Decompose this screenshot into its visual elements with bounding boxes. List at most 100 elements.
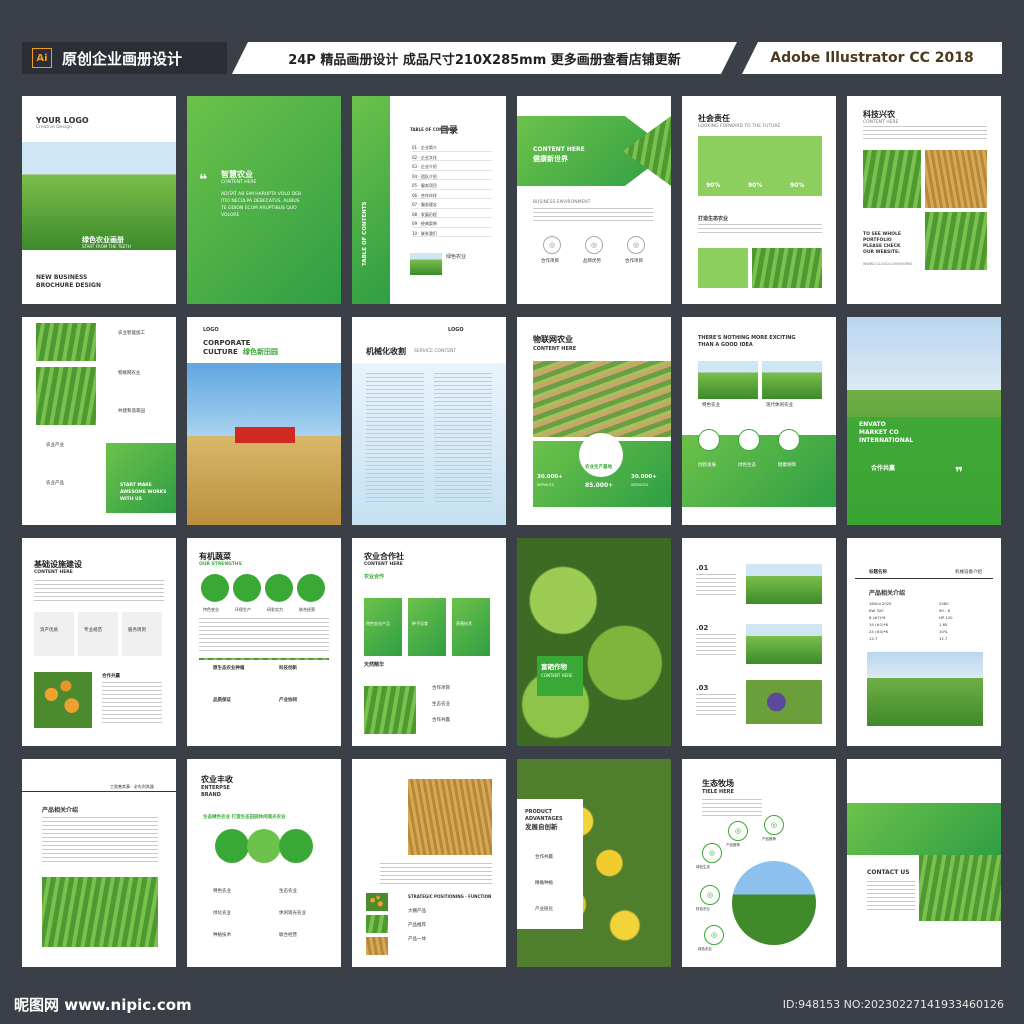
p6-cta-1: TO SEE WHOLE (863, 232, 901, 237)
toc-item[interactable]: 07 · 服务理念 (412, 202, 492, 209)
p15-list-2: 生态农业 (432, 702, 450, 707)
cover-tag: START FROM THE TEETH (82, 244, 131, 249)
p5-section: 打造生态农业 (698, 216, 729, 222)
page-contact[interactable]: CONTACT US (847, 759, 1001, 967)
p9-logo: LOGO (448, 327, 464, 333)
p20-item: 联合经营 (279, 933, 297, 938)
p4-icon-1: ◎ (543, 236, 561, 254)
p14-item-1: 原生态农业种植 (213, 666, 245, 671)
p14-item-3: 品质保证 (213, 698, 231, 703)
p15-card-1 (364, 598, 402, 656)
toc-item[interactable]: 04 · 团队介绍 (412, 174, 492, 181)
p18-title: 产品相关介绍 (869, 590, 906, 597)
page-numbered[interactable]: .01 .02 .03 (682, 538, 836, 746)
page-toc[interactable]: TABLE OF CONTENTS TABLE OF CONTENTS 目录 绿… (352, 96, 506, 304)
p21-list-3: 产品一体 (408, 937, 426, 942)
p6-photo-1 (863, 150, 921, 208)
p10-center-label: 农业生产基地 (585, 465, 612, 470)
toc-item[interactable]: 09 · 经典案例 (412, 221, 492, 228)
p19-header: 工欲善其事 · 必先利其器 (110, 784, 154, 789)
page-tech-agri[interactable]: 科技兴农 CONTENT HERE TO SEE WHOLE PORTFOLIO… (847, 96, 1001, 304)
page-cover[interactable]: YOUR LOGO Creative Design 绿色农业画册 START F… (22, 96, 176, 304)
p17-paragraph-2 (696, 634, 736, 658)
farmer-photo (22, 142, 176, 250)
page-machine-intro[interactable]: 机械设备介绍 标题名称 产品相关介绍 1600×2025 2580 KW 320 90… (847, 538, 1001, 746)
spec-value: 12.7 (869, 636, 878, 641)
p11-icon-label-1: 创新发展 (698, 463, 716, 468)
page-strategy[interactable]: STRATEGIC POSITIONING · FUNCTION 大棚产品 产品… (352, 759, 506, 967)
toc-item[interactable]: 03 · 企业介绍 (412, 164, 492, 171)
p5-stat-3: 90% (790, 182, 805, 189)
p15-section: 农业合作 (364, 574, 385, 580)
page-infrastructure[interactable]: 基础设施建设 CONTENT HERE 资产优质 专业规范 服务周到 合作共赢 (22, 538, 176, 746)
p14-icon-3 (265, 574, 293, 602)
site-watermark[interactable]: 昵图网 www.nipic.com (14, 994, 192, 1015)
p20-sub-2: BRAND (201, 792, 221, 798)
page-selenium-crops[interactable]: 富硒作物 CONTENT HERE (517, 538, 671, 746)
page-agri-services[interactable]: 农业智能加工 物联网农业 共建和谐家园 农业产业 农业产品 START MAKE… (22, 317, 176, 525)
p13-orange-photo (34, 672, 92, 728)
p5-title: 社会责任 (698, 114, 730, 123)
spec-value-secondary: 90 - 6 (939, 608, 951, 613)
p20-item: 绿化农业 (213, 911, 231, 916)
p14-title: 有机蔬菜 (199, 552, 231, 561)
p21-list-1: 大棚产品 (408, 909, 426, 914)
p20-tagline: 生态绿色农业 打造生态田园休闲观光农业 (203, 815, 286, 820)
p15-sub: CONTENT HERE (364, 562, 403, 567)
p7-photo-1 (36, 323, 96, 361)
p8-logo: LOGO (203, 327, 219, 333)
p15-card-label-3: 养殖技术 (456, 621, 472, 626)
p11-photo-2 (762, 361, 822, 399)
p7-cta-1: START MAKE (120, 483, 152, 488)
p4-icon-2: ◎ (585, 236, 603, 254)
page-mechanized[interactable]: LOGO 机械化收割 SERVICE CONTENT (352, 317, 506, 525)
p19-field-photo (42, 877, 158, 947)
p17-photo-2 (746, 624, 822, 664)
p6-url[interactable]: WWW.CCLOUD.COM/WORKS (863, 262, 913, 266)
page-good-idea[interactable]: THERE'S NOTHING MORE EXCITING THAN A GOO… (682, 317, 836, 525)
page-product-intro[interactable]: 工欲善其事 · 必先利其器 产品相关介绍 (22, 759, 176, 967)
p7-cta-2: AWESOME WORKS (120, 490, 167, 495)
p6-photo-3 (925, 212, 987, 270)
toc-item[interactable]: 10 · 联系我们 (412, 231, 492, 238)
p13-side-paragraph (102, 682, 162, 726)
p23-globe-photo (732, 861, 816, 945)
p7-item-4: 农业产业 (46, 443, 64, 448)
page-envato[interactable]: ENVATO MARKET CO INTERNATIONAL 合作共赢 ❞ (847, 317, 1001, 525)
p17-paragraph-1 (696, 574, 736, 598)
toc-item[interactable]: 06 · 合作伙伴 (412, 193, 492, 200)
p18-hill-photo (867, 652, 983, 726)
page-iot-agri[interactable]: 物联网农业 CONTENT HERE 30.000+ 85.000+ 30.00… (517, 317, 671, 525)
p23-icon-3: ◎ (764, 815, 784, 835)
p13-sub: CONTENT HERE (34, 570, 73, 575)
spec-value: 6 (#7)*6 (869, 615, 886, 620)
page-smart-agri[interactable]: ❝ 智慧农业 CONTENT HERE ADITAT AB SIM HARUPT… (187, 96, 341, 304)
p14-paragraph (199, 618, 329, 654)
toc-item[interactable]: 02 · 企业文化 (412, 155, 492, 162)
page-organic-veg[interactable]: 有机蔬菜 OUR STRENGTHS 特色农业 环保生产 研发实力 联合经营 原… (187, 538, 341, 746)
page-health-world[interactable]: CONTENT HERE 健康新世界 BUSINESS ENVIRONMENT … (517, 96, 671, 304)
page-product-advantages[interactable]: PRODUCT ADVANTAGES 发展自创新 合作共赢 精确种植 产业链化 (517, 759, 671, 967)
p13-box-3 (122, 612, 162, 656)
page-harvest[interactable]: 农业丰收 ENTERPSE BRAND 生态绿色农业 打造生态田园休闲观光农业 … (187, 759, 341, 967)
p5-sub: LOOKING FORWARD TO THE FUTURE (698, 124, 781, 129)
p4-title-1: CONTENT HERE (533, 146, 585, 153)
toc-item[interactable]: 05 · 服务项目 (412, 183, 492, 190)
p20-sub-1: ENTERPSE (201, 785, 230, 791)
p22-item-1: 合作共赢 (535, 855, 553, 860)
page-social-responsibility[interactable]: 社会责任 LOOKING FORWARD TO THE FUTURE 90% 9… (682, 96, 836, 304)
p13-box-label-3: 服务周到 (128, 628, 146, 633)
p20-title: 农业丰收 (201, 775, 233, 784)
page-corporate-culture[interactable]: LOGO CORPORATE CULTURE 绿色新田园 (187, 317, 341, 525)
p5-stat-1: 90% (706, 182, 721, 189)
page-eco-ranch[interactable]: 生态牧场 TIELE HERE ◎ ◎ ◎ ◎ ◎ 绿色生态 产品推荐 产品推荐… (682, 759, 836, 967)
toc-caption: 绿色农业 (446, 254, 467, 260)
p13-caption: 合作共赢 (102, 674, 120, 679)
page-coop[interactable]: 农业合作社 CONTENT HERE 农业合作 特色农业产品 种子培育 养殖技术… (352, 538, 506, 746)
p24-contact-details (867, 881, 915, 911)
header-left-title: 原创企业画册设计 (62, 49, 183, 68)
p10-center-circle (579, 433, 623, 477)
toc-item[interactable]: 08 · 发展历程 (412, 212, 492, 219)
p16-sub: CONTENT HERE (541, 673, 573, 678)
toc-item[interactable]: 01 · 企业简介 (412, 145, 492, 152)
